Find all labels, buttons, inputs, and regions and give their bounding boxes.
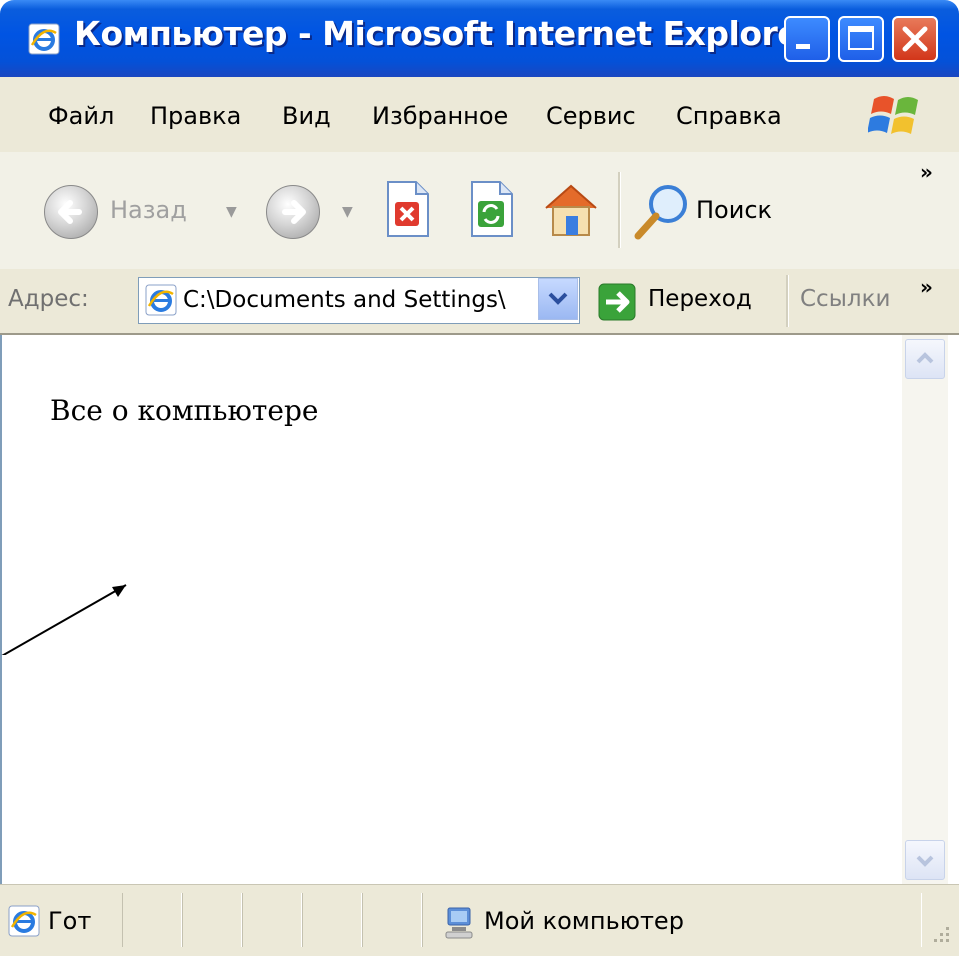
go-arrow-icon[interactable] bbox=[598, 283, 636, 321]
back-dropdown-icon[interactable]: ▼ bbox=[226, 204, 237, 220]
menu-view[interactable]: Вид bbox=[282, 102, 331, 130]
links-label[interactable]: Ссылки bbox=[800, 286, 890, 312]
annotation-arrow bbox=[1, 584, 127, 655]
browser-window: Компьютер - Microsoft Internet Explorer … bbox=[0, 0, 959, 956]
resize-grip-icon[interactable] bbox=[924, 921, 952, 949]
back-arrow-icon bbox=[58, 200, 82, 224]
back-button[interactable] bbox=[44, 185, 98, 239]
ie-logo-icon bbox=[28, 23, 60, 55]
search-icon[interactable] bbox=[632, 180, 692, 242]
menu-file[interactable]: Файл bbox=[48, 102, 114, 130]
minimize-icon bbox=[796, 44, 810, 49]
minimize-button[interactable] bbox=[784, 16, 830, 62]
home-icon[interactable] bbox=[540, 178, 602, 240]
address-label: Адрес: bbox=[8, 286, 89, 312]
window-title: Компьютер - Microsoft Internet Explorer bbox=[74, 14, 815, 53]
back-label[interactable]: Назад bbox=[110, 196, 187, 224]
close-icon bbox=[902, 26, 928, 52]
status-ie-icon bbox=[8, 905, 40, 937]
scroll-down-button[interactable] bbox=[905, 840, 945, 880]
address-dropdown-button[interactable] bbox=[538, 278, 578, 320]
status-panel bbox=[182, 893, 242, 947]
my-computer-icon bbox=[445, 907, 473, 939]
menu-edit[interactable]: Правка bbox=[150, 102, 241, 130]
maximize-icon bbox=[848, 26, 874, 50]
search-label[interactable]: Поиск bbox=[696, 196, 772, 224]
forward-dropdown-icon[interactable]: ▼ bbox=[342, 204, 353, 220]
menu-tools[interactable]: Сервис bbox=[546, 102, 636, 130]
windows-flag-icon bbox=[868, 96, 918, 134]
links-more-chevron[interactable]: » bbox=[920, 275, 933, 299]
toolbar-more-chevron[interactable]: » bbox=[920, 160, 933, 184]
address-value: C:\Documents and Settings\ bbox=[183, 287, 506, 313]
menu-help[interactable]: Справка bbox=[676, 102, 782, 130]
forward-button[interactable] bbox=[266, 185, 320, 239]
refresh-icon[interactable] bbox=[468, 180, 514, 238]
address-input[interactable]: C:\Documents and Settings\ bbox=[138, 277, 580, 324]
menu-favorites[interactable]: Избранное bbox=[372, 102, 508, 130]
maximize-button[interactable] bbox=[838, 16, 884, 62]
security-zone-text: Мой компьютер bbox=[484, 907, 684, 935]
address-bar: Адрес: C:\Documents and Settings\ Перехо… bbox=[0, 269, 959, 335]
address-separator bbox=[786, 275, 789, 327]
chevron-down-icon bbox=[548, 292, 568, 305]
page-ie-icon bbox=[145, 284, 177, 316]
status-panel bbox=[122, 893, 182, 947]
stop-icon[interactable] bbox=[384, 180, 430, 238]
title-bar[interactable]: Компьютер - Microsoft Internet Explorer bbox=[0, 0, 959, 77]
status-panel bbox=[362, 893, 422, 947]
toolbar-separator bbox=[618, 172, 621, 248]
status-text: Гот bbox=[48, 907, 92, 935]
chevron-up-icon bbox=[916, 352, 934, 364]
go-button[interactable]: Переход bbox=[648, 286, 752, 312]
status-bar: Гот Мой компьютер bbox=[0, 884, 959, 956]
forward-arrow-icon bbox=[282, 200, 306, 224]
status-panel bbox=[242, 893, 302, 947]
chevron-down-icon bbox=[916, 855, 934, 867]
vertical-scrollbar[interactable] bbox=[902, 335, 948, 884]
scroll-up-button[interactable] bbox=[905, 339, 945, 379]
status-panel bbox=[302, 893, 362, 947]
page-content: Все о компьютере bbox=[0, 335, 959, 884]
menu-bar: Файл Правка Вид Избранное Сервис Справка bbox=[0, 77, 959, 153]
close-button[interactable] bbox=[892, 16, 938, 62]
standard-toolbar: Назад ▼ ▼ Поиск » bbox=[0, 152, 959, 270]
